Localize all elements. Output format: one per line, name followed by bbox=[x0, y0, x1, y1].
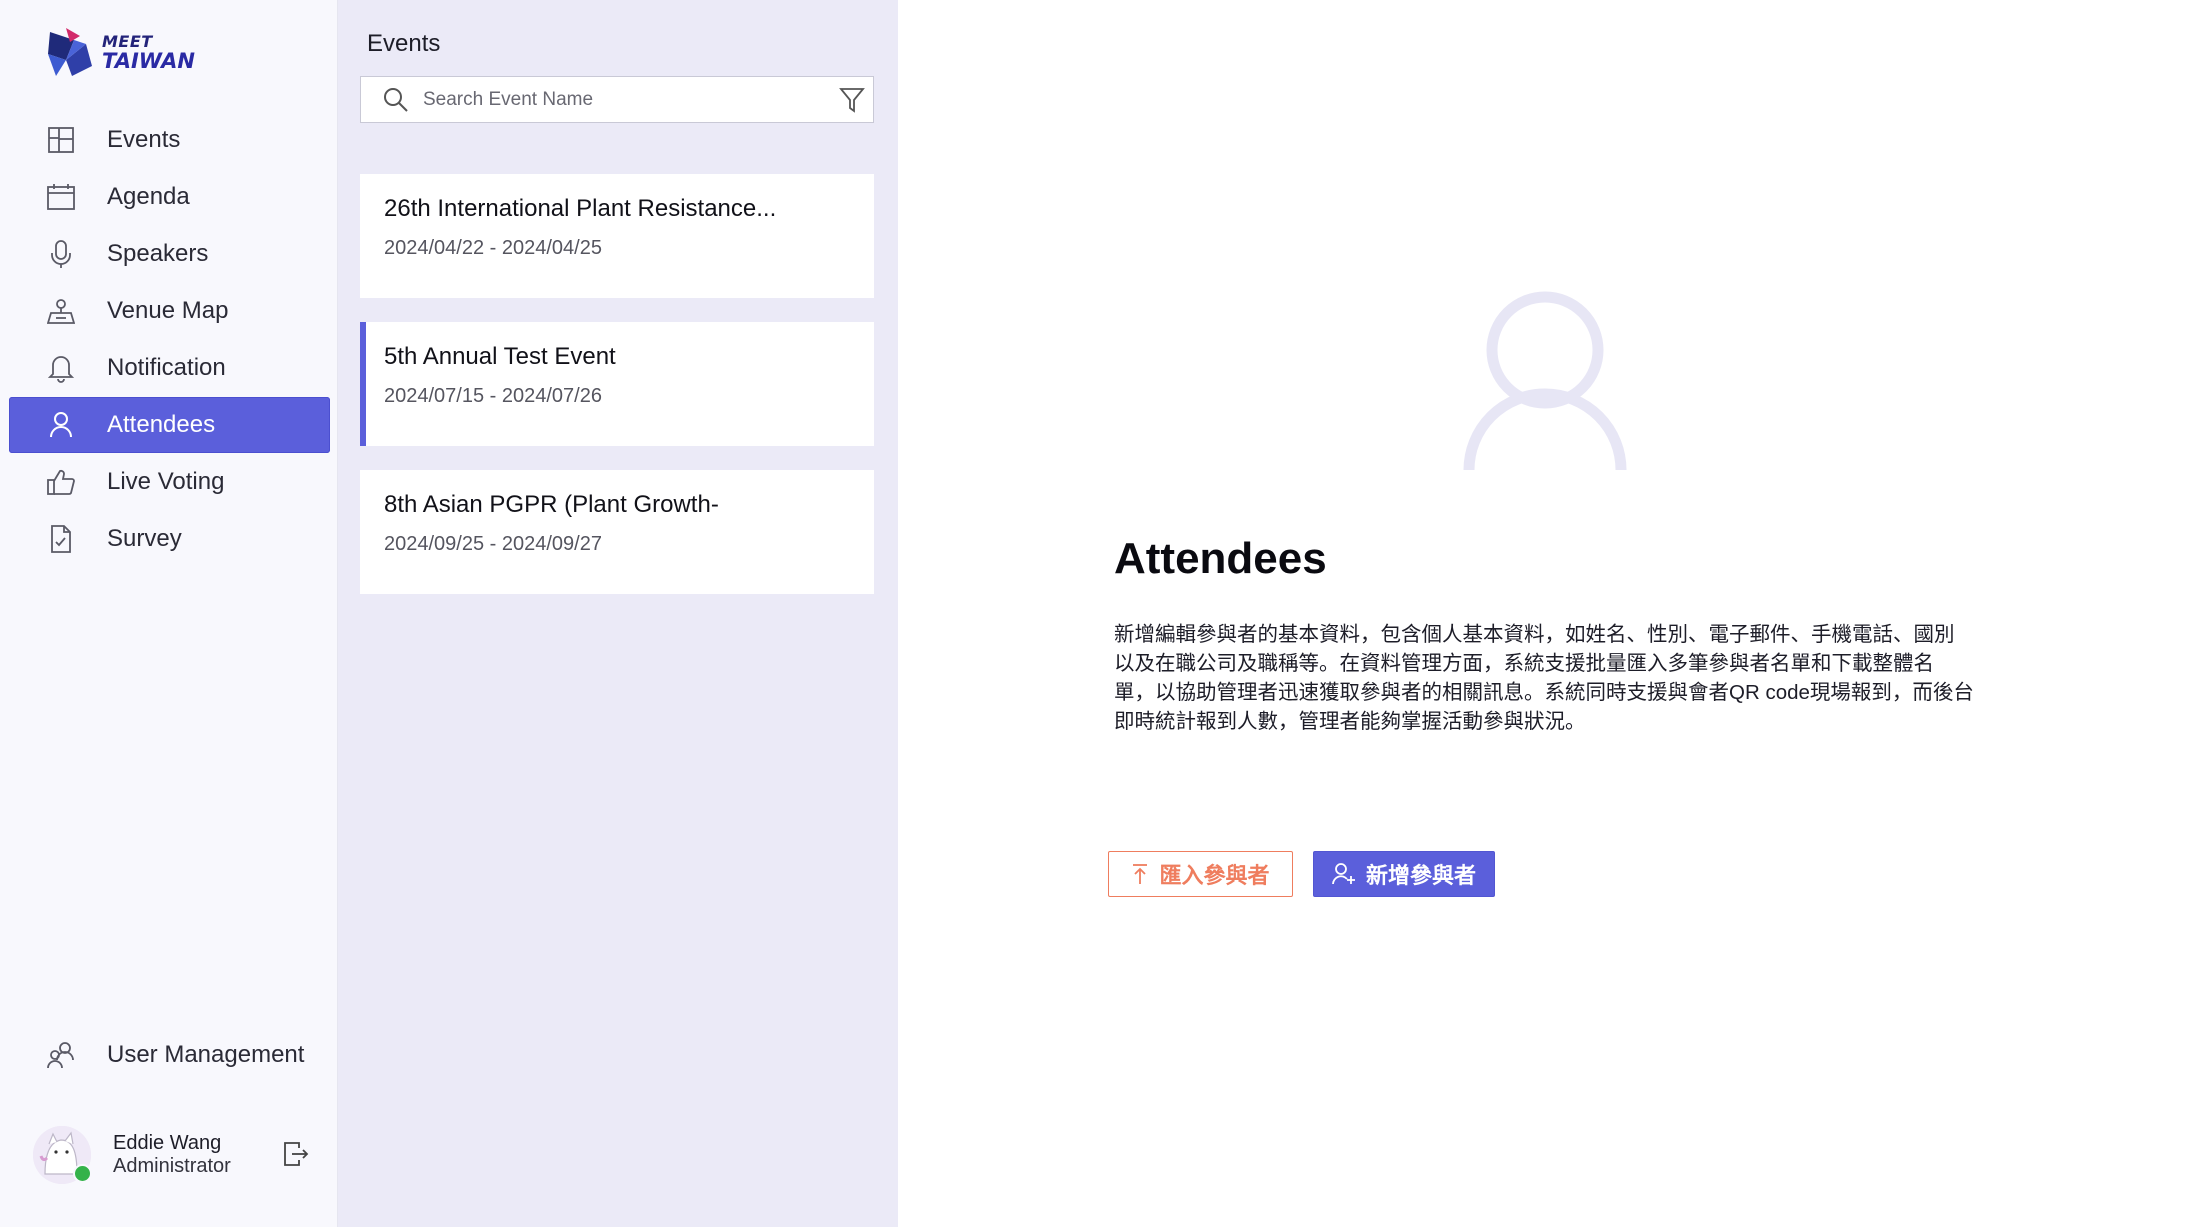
calendar-icon bbox=[45, 181, 77, 213]
sidebar-nav: Events Agenda Speakers Venue Map Notific… bbox=[9, 112, 330, 568]
search-icon bbox=[383, 87, 409, 113]
survey-icon bbox=[45, 523, 77, 555]
sidebar-item-label: Attendees bbox=[107, 411, 216, 438]
user-profile: Eddie Wang Administrator bbox=[33, 1125, 323, 1185]
sidebar-item-events[interactable]: Events bbox=[9, 112, 330, 168]
logout-icon[interactable] bbox=[283, 1141, 309, 1167]
event-list: 26th International Plant Resistance... 2… bbox=[360, 174, 874, 618]
brand-wordmark: MEET TAIWAN bbox=[102, 34, 195, 72]
sidebar-item-label: Events bbox=[107, 126, 181, 153]
sidebar-item-speakers[interactable]: Speakers bbox=[9, 226, 330, 282]
event-card[interactable]: 26th International Plant Resistance... 2… bbox=[360, 174, 874, 298]
meet-taiwan-logo-icon bbox=[48, 28, 92, 76]
brand-line1: MEET bbox=[102, 32, 153, 51]
add-attendee-button[interactable]: 新增參與者 bbox=[1313, 851, 1495, 897]
sidebar-item-user-management[interactable]: User Management bbox=[9, 1027, 330, 1083]
event-card-dates: 2024/07/15 - 2024/07/26 bbox=[384, 385, 602, 407]
users-icon bbox=[45, 1039, 77, 1071]
avatar[interactable] bbox=[33, 1126, 92, 1184]
event-card-selected[interactable]: 5th Annual Test Event 2024/07/15 - 2024/… bbox=[360, 322, 874, 446]
sidebar-item-label: Speakers bbox=[107, 240, 209, 267]
page-title: Attendees bbox=[1114, 534, 1327, 583]
bell-icon bbox=[45, 352, 77, 384]
venue-map-icon bbox=[45, 295, 77, 327]
upload-arrow-icon bbox=[1131, 863, 1149, 885]
event-card[interactable]: 8th Asian PGPR (Plant Growth- 2024/09/25… bbox=[360, 470, 874, 594]
sidebar-item-label: Survey bbox=[107, 525, 182, 552]
thumbs-up-icon bbox=[45, 466, 77, 498]
profile-role: Administrator bbox=[113, 1155, 231, 1177]
sidebar-item-notification[interactable]: Notification bbox=[9, 340, 330, 396]
events-panel: Events 26th International Plant Resistan… bbox=[338, 0, 898, 1227]
user-management-section: User Management bbox=[9, 1027, 330, 1084]
sidebar-item-venue-map[interactable]: Venue Map bbox=[9, 283, 330, 339]
event-search-box bbox=[360, 76, 874, 123]
sidebar-item-live-voting[interactable]: Live Voting bbox=[9, 454, 330, 510]
add-person-icon bbox=[1332, 862, 1356, 886]
sidebar-item-label: User Management bbox=[107, 1041, 305, 1068]
brand-line2: TAIWAN bbox=[102, 49, 196, 73]
sidebar-item-label: Agenda bbox=[107, 183, 190, 210]
profile-name: Eddie Wang bbox=[113, 1132, 222, 1154]
import-attendees-label: 匯入參與者 bbox=[1159, 863, 1270, 888]
profile-text: Eddie Wang Administrator bbox=[113, 1132, 231, 1178]
online-status-dot bbox=[73, 1164, 92, 1183]
sidebar-item-label: Venue Map bbox=[107, 297, 229, 324]
sidebar-item-label: Notification bbox=[107, 354, 226, 381]
attendee-placeholder-icon bbox=[1463, 290, 1627, 470]
sidebar-item-attendees[interactable]: Attendees bbox=[9, 397, 330, 453]
event-card-dates: 2024/04/22 - 2024/04/25 bbox=[384, 237, 602, 259]
page-description: 新增編輯參與者的基本資料，包含個人基本資料，如姓名、性別、電子郵件、手機電話、國… bbox=[1114, 623, 1974, 733]
filter-icon[interactable] bbox=[839, 87, 865, 113]
sidebar-item-survey[interactable]: Survey bbox=[9, 511, 330, 567]
event-card-dates: 2024/09/25 - 2024/09/27 bbox=[384, 533, 602, 555]
import-attendees-button[interactable]: 匯入參與者 bbox=[1108, 851, 1293, 897]
event-card-title: 26th International Plant Resistance... bbox=[384, 195, 777, 222]
brand-logo[interactable]: MEET TAIWAN bbox=[46, 26, 195, 80]
sidebar: MEET TAIWAN Events Agenda Speakers Venue… bbox=[0, 0, 338, 1227]
search-input[interactable] bbox=[421, 87, 825, 112]
sidebar-item-label: Live Voting bbox=[107, 468, 225, 495]
events-panel-title: Events bbox=[367, 30, 441, 57]
sidebar-item-agenda[interactable]: Agenda bbox=[9, 169, 330, 225]
event-card-title: 8th Asian PGPR (Plant Growth- bbox=[384, 491, 719, 518]
main-content: Attendees 新增編輯參與者的基本資料，包含個人基本資料，如姓名、性別、電… bbox=[898, 0, 2188, 1227]
add-attendee-label: 新增參與者 bbox=[1365, 863, 1476, 888]
person-icon bbox=[45, 409, 77, 441]
event-card-title: 5th Annual Test Event bbox=[384, 343, 616, 370]
microphone-icon bbox=[45, 238, 77, 270]
events-icon bbox=[45, 124, 77, 156]
